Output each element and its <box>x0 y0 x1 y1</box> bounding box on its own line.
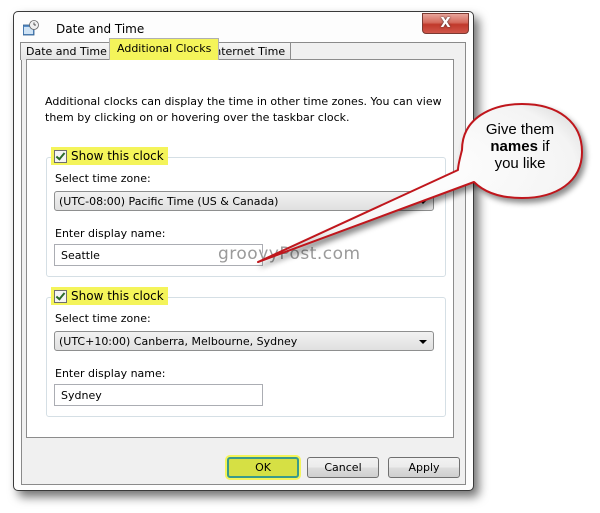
chevron-down-icon <box>419 200 427 204</box>
clock-1-timezone-select[interactable]: (UTC-08:00) Pacific Time (US & Canada) <box>54 191 434 211</box>
chevron-down-icon <box>419 340 427 344</box>
intro-text: Additional clocks can display the time i… <box>45 95 442 124</box>
cancel-button[interactable]: Cancel <box>307 457 379 478</box>
ok-button[interactable]: OK <box>227 457 299 478</box>
show-clock-label: Show this clock <box>71 289 164 303</box>
tab-additional-clocks[interactable]: Additional Clocks <box>109 38 220 60</box>
clock-2-show-checkbox[interactable]: Show this clock <box>51 287 168 305</box>
clock-1-name-label: Enter display name: <box>55 227 166 240</box>
callout-line-1: Give them <box>485 121 555 138</box>
checkbox-checked-icon[interactable] <box>54 289 67 303</box>
window-title: Date and Time <box>56 22 145 36</box>
clock-1-show-checkbox[interactable]: Show this clock <box>51 147 168 165</box>
clock-2-timezone-value: (UTC+10:00) Canberra, Melbourne, Sydney <box>59 335 298 348</box>
close-button[interactable]: X <box>422 13 469 34</box>
close-icon: X <box>440 16 451 31</box>
tab-date-and-time[interactable]: Date and Time <box>20 42 113 60</box>
callout-bold-word: names <box>490 138 538 155</box>
watermark: groovyPost.com <box>218 244 361 264</box>
clock-2-timezone-select[interactable]: (UTC+10:00) Canberra, Melbourne, Sydney <box>54 331 434 351</box>
clock-1-timezone-value: (UTC-08:00) Pacific Time (US & Canada) <box>59 195 279 208</box>
checkbox-checked-icon[interactable] <box>54 149 67 163</box>
clock-2-timezone-label: Select time zone: <box>55 312 151 325</box>
clock-2-name-input[interactable]: Sydney <box>54 384 263 406</box>
callout-text: Give them names if you like <box>475 121 565 172</box>
callout-line-3: you like <box>494 155 546 172</box>
clock-2-name-label: Enter display name: <box>55 367 166 380</box>
apply-button[interactable]: Apply <box>388 457 460 478</box>
title-bar: Date and Time X <box>14 12 473 44</box>
calendar-clock-icon <box>23 20 39 36</box>
clock-1-timezone-label: Select time zone: <box>55 172 151 185</box>
callout-line-2-rest: if <box>537 138 550 155</box>
show-clock-label: Show this clock <box>71 149 164 163</box>
